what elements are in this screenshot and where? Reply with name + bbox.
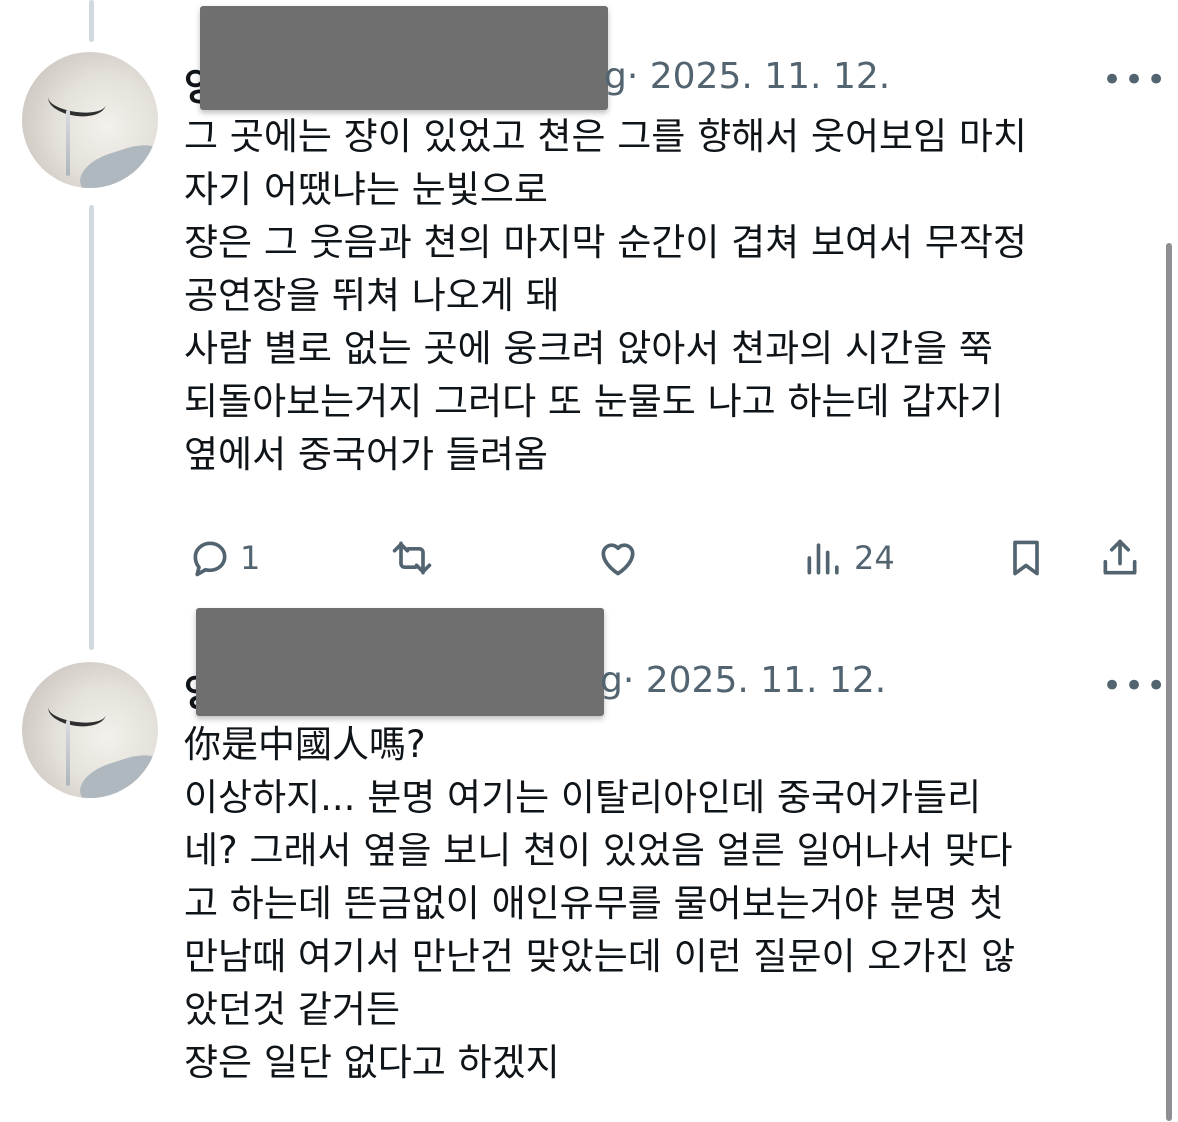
heart-icon [601,543,635,576]
post-text-line: 그 곳에는 쟝이 있었고 쳔은 그를 향해서 웃어보임 마치 [184,115,1027,158]
action-bar: 1 24 [184,536,1144,586]
post-text-line: 옆에서 중국어가 들려옴 [184,433,548,476]
share-button[interactable] [1098,536,1142,580]
scrollbar[interactable] [1166,243,1172,1121]
post-text-line: 쟝은 그 웃음과 쳔의 마지막 순간이 겹쳐 보여서 무작정 [184,221,1027,264]
post-text-line: 你是中國人嗎? [184,723,426,766]
like-button[interactable] [596,536,640,580]
redacted-author-info [200,6,608,110]
post-text-line: 자기 어땠냐는 눈빛으로 [184,168,548,211]
retweet-icon [392,541,432,575]
post-text-line: 공연장을 뛰쳐 나오게 돼 [184,274,560,317]
post-text-line: 았던것 같거든 [184,988,401,1031]
share-icon [1103,539,1137,575]
post-date[interactable]: · 2025. 11. 12. [627,56,890,97]
reply-count: 1 [240,539,261,577]
author-handle[interactable]: g [600,660,623,701]
more-options-button[interactable]: ••• [1102,666,1168,706]
thread-line-top [89,0,94,42]
author-handle[interactable]: g [604,56,627,97]
retweet-button[interactable] [390,536,434,580]
post-date[interactable]: · 2025. 11. 12. [623,660,886,701]
views-count: 24 [854,539,895,577]
post-text-line: 사람 별로 없는 곳에 웅크려 앉아서 쳔과의 시간을 쭉 [184,327,993,370]
post-text-line: 이상하지... 분명 여기는 이탈리아인데 중국어가들리 [184,776,982,819]
reply-button[interactable]: 1 [188,536,260,580]
thread-line-middle [89,205,94,650]
views-icon [807,543,839,575]
bookmark-icon [1013,540,1039,576]
post-text-line: 네? 그래서 옆을 보니 쳔이 있었음 얼른 일어나서 맞다 [184,829,1013,872]
reply-icon [193,541,227,577]
post-text-line: 되돌아보는거지 그러다 또 눈물도 나고 하는데 갑자기 [184,380,1004,423]
avatar[interactable] [22,662,158,798]
bookmark-button[interactable] [1004,536,1048,580]
post-text: 你是中國人嗎? 이상하지... 분명 여기는 이탈리아인데 중국어가들리 네? … [184,718,1144,1089]
post-text-line: 만남때 여기서 만난건 맞았는데 이런 질문이 오가진 않 [184,935,1016,978]
post-meta: g· 2025. 11. 12. [604,56,890,97]
post-text-line: 고 하는데 뜬금없이 애인유무를 물어보는거야 분명 첫 [184,882,1004,925]
more-options-button[interactable]: ••• [1102,60,1168,100]
post-meta: g· 2025. 11. 12. [600,660,886,701]
avatar[interactable] [22,52,158,188]
post-text: 그 곳에는 쟝이 있었고 쳔은 그를 향해서 웃어보임 마치 자기 어땠냐는 눈… [184,110,1144,481]
redacted-author-info [196,608,604,716]
post-text-line: 쟝은 일단 없다고 하겠지 [184,1041,560,1084]
views-button[interactable]: 24 [802,536,895,580]
